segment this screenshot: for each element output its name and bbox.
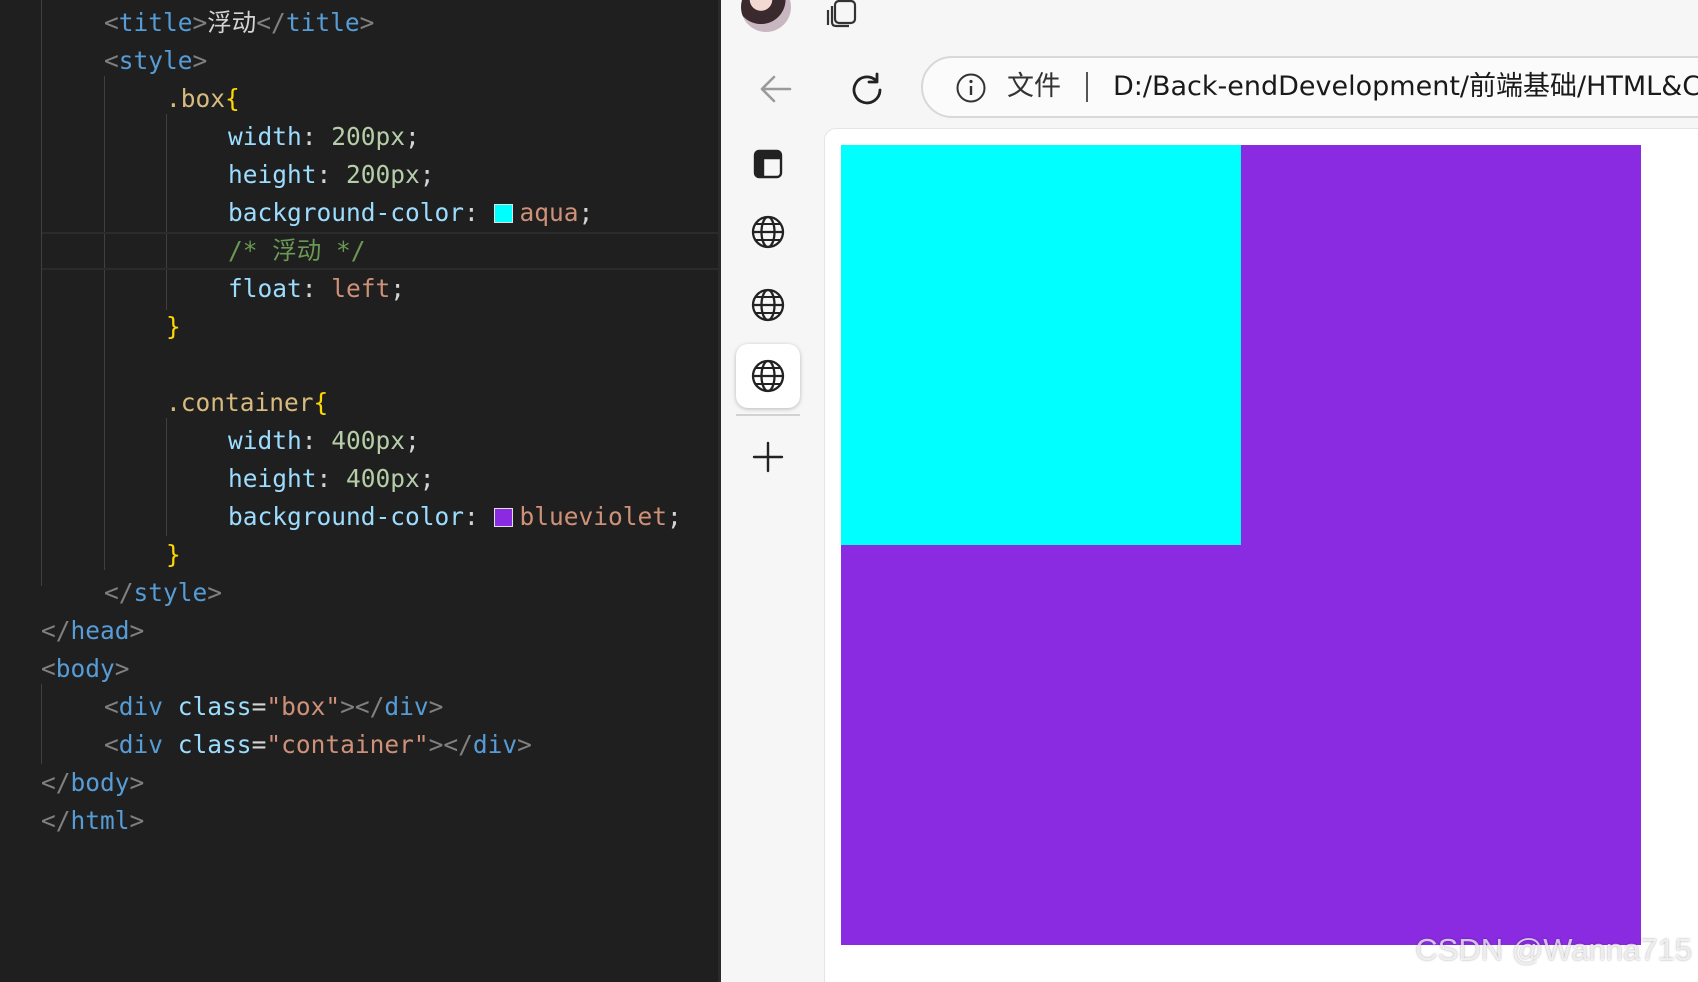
back-button[interactable] bbox=[751, 64, 801, 114]
file-scheme-label: 文件 bbox=[1007, 71, 1061, 102]
code-line: } bbox=[166, 312, 181, 341]
address-separator bbox=[1086, 72, 1088, 102]
code-line: </head> bbox=[41, 616, 145, 645]
code-line: <div class="container"></div> bbox=[104, 730, 532, 759]
address-bar[interactable]: 文件 D:/Back-endDevelopment/前端基础/HTML&CSS bbox=[921, 56, 1698, 118]
profile-avatar[interactable] bbox=[741, 0, 791, 32]
code-line: <div class="box"></div> bbox=[104, 692, 444, 721]
code-line: </html> bbox=[41, 806, 145, 835]
new-tab-button[interactable] bbox=[736, 425, 800, 489]
code-line: <style> bbox=[104, 46, 208, 75]
vertical-tab-active[interactable] bbox=[736, 344, 800, 408]
code-line: width: 400px; bbox=[228, 426, 420, 455]
back-arrow-icon bbox=[760, 75, 792, 103]
code-line: background-color: aqua; bbox=[228, 198, 594, 227]
sidebar-icon bbox=[753, 149, 783, 179]
sidebar-divider bbox=[736, 414, 800, 416]
collections-icon[interactable] bbox=[821, 0, 861, 30]
code-line: width: 200px; bbox=[228, 122, 420, 151]
vertical-tab[interactable] bbox=[736, 273, 800, 337]
refresh-icon bbox=[852, 72, 882, 105]
refresh-button[interactable] bbox=[841, 64, 893, 116]
browser-window: 文件 D:/Back-endDevelopment/前端基础/HTML&CSS bbox=[721, 0, 1698, 982]
code-line: height: 400px; bbox=[228, 464, 435, 493]
code-line: } bbox=[166, 540, 181, 569]
color-swatch[interactable] bbox=[493, 508, 513, 527]
globe-icon bbox=[751, 215, 785, 249]
info-icon[interactable] bbox=[955, 72, 987, 104]
code-line: </style> bbox=[104, 578, 223, 607]
code-line: <title>浮动</title> bbox=[104, 8, 375, 37]
csdn-watermark: CSDN @Wanna715 bbox=[1415, 932, 1692, 967]
plus-icon bbox=[752, 441, 784, 473]
globe-icon bbox=[751, 288, 785, 322]
globe-icon bbox=[751, 359, 785, 393]
code-line-current: /* 浮动 */ bbox=[42, 232, 721, 270]
vertical-tab[interactable] bbox=[736, 200, 800, 264]
code-editor[interactable]: <title>浮动</title> <style> .box{ width: 2… bbox=[0, 0, 721, 982]
code-line: height: 200px; bbox=[228, 160, 435, 189]
code-line: </body> bbox=[41, 768, 145, 797]
code-line: background-color: blueviolet; bbox=[228, 502, 682, 531]
url-text[interactable]: D:/Back-endDevelopment/前端基础/HTML&CSS bbox=[1113, 58, 1698, 116]
box-div bbox=[841, 145, 1241, 545]
page-viewport[interactable] bbox=[824, 128, 1698, 982]
code-line: float: left; bbox=[228, 274, 406, 303]
code-line: .container{ bbox=[166, 388, 329, 417]
color-swatch[interactable] bbox=[493, 204, 513, 223]
code-line: <body> bbox=[41, 654, 130, 683]
code-line: .box{ bbox=[166, 84, 240, 113]
sidebar-toggle[interactable] bbox=[736, 132, 800, 196]
